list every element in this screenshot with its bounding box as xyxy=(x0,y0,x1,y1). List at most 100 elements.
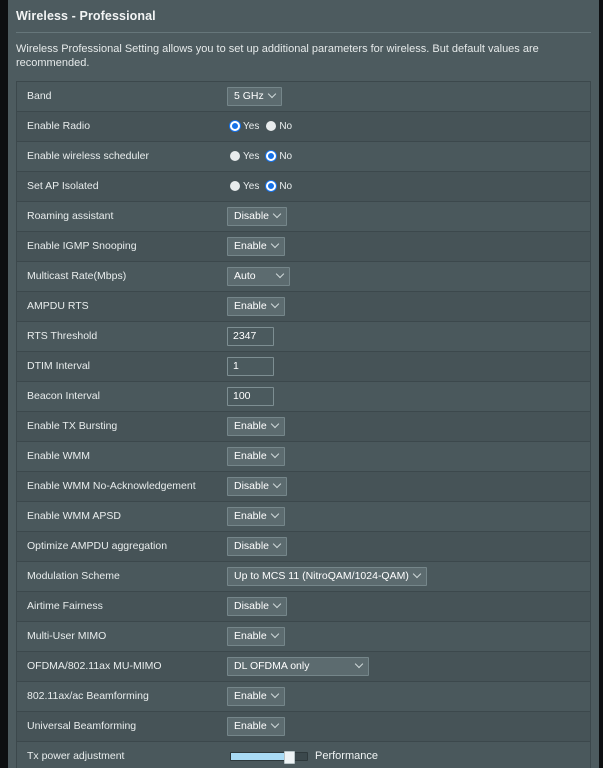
row-label-enable-igmp-snooping: Enable IGMP Snooping xyxy=(27,240,137,252)
select-value-universal-beamforming: Enable xyxy=(234,720,267,732)
row-value-enable-wmm-apsd: Enable xyxy=(222,502,590,531)
select-modulation-scheme[interactable]: Up to MCS 11 (NitroQAM/1024-QAM) xyxy=(227,566,427,586)
select-enable-wmm[interactable]: Enable xyxy=(227,446,285,466)
radio-button-icon[interactable] xyxy=(266,121,277,131)
chevron-down-icon xyxy=(272,241,279,248)
row-label-band: Band xyxy=(27,90,52,102)
select-universal-beamforming[interactable]: Enable xyxy=(227,716,285,736)
select-enable-tx-bursting[interactable]: Enable xyxy=(227,416,285,436)
radio-yes-set-ap-isolated[interactable]: Yes xyxy=(230,181,259,192)
row-label-enable-tx-bursting: Enable TX Bursting xyxy=(27,420,118,432)
chevron-down-icon xyxy=(272,511,279,518)
chevron-down-icon xyxy=(414,571,421,578)
settings-row-optimize-ampdu-aggregation: Optimize AMPDU aggregation Disable xyxy=(17,531,590,562)
radio-yes-enable-radio[interactable]: Yes xyxy=(230,121,259,132)
settings-row-universal-beamforming: Universal Beamforming Enable xyxy=(17,711,590,742)
row-value-enable-wireless-scheduler: Yes No xyxy=(222,142,590,171)
settings-row-enable-tx-bursting: Enable TX Bursting Enable xyxy=(17,411,590,442)
row-value-multicast-rate-mbps: Auto xyxy=(222,262,590,291)
select-enable-wmm-apsd[interactable]: Enable xyxy=(227,506,285,526)
radio-label-no: No xyxy=(279,180,293,192)
select-value-enable-igmp-snooping: Enable xyxy=(234,240,267,252)
chevron-down-icon xyxy=(274,541,281,548)
slider-handle[interactable] xyxy=(284,750,296,764)
settings-row-tx-power-adjustment: Tx power adjustment Performance xyxy=(17,741,590,768)
chevron-down-icon xyxy=(274,601,281,608)
settings-row-rts-threshold: RTS Threshold xyxy=(17,321,590,352)
row-value-ampdu-rts: Enable xyxy=(222,292,590,321)
settings-row-ofdma-802-11ax-mu-mimo: OFDMA/802.11ax MU-MIMO DL OFDMA only xyxy=(17,651,590,682)
row-value-tx-power-adjustment: Performance xyxy=(222,742,590,768)
select-enable-wmm-no-acknowledgement[interactable]: Disable xyxy=(227,476,288,496)
select-value-airtime-fairness: Disable xyxy=(234,600,270,612)
radio-no-set-ap-isolated[interactable]: No xyxy=(266,181,292,192)
row-value-multi-user-mimo: Enable xyxy=(222,622,590,651)
radio-label-no: No xyxy=(279,120,293,132)
row-label-multi-user-mimo: Multi-User MIMO xyxy=(27,630,107,642)
row-label-universal-beamforming: Universal Beamforming xyxy=(27,720,137,732)
row-value-optimize-ampdu-aggregation: Disable xyxy=(222,532,590,561)
row-label-airtime-fairness: Airtime Fairness xyxy=(27,600,103,612)
wireless-professional-page: Wireless - Professional Wireless Profess… xyxy=(0,0,603,768)
radio-button-icon[interactable] xyxy=(230,151,240,161)
select-enable-igmp-snooping[interactable]: Enable xyxy=(227,236,285,256)
settings-table: Band 5 GHz Enable Radio Yes No Enable wireles… xyxy=(16,80,591,768)
slider-wrap-tx-power-adjustment: Performance xyxy=(227,750,378,764)
radio-no-enable-radio[interactable]: No xyxy=(266,121,292,132)
radio-button-icon[interactable] xyxy=(230,121,240,131)
row-value-ofdma-802-11ax-mu-mimo: DL OFDMA only xyxy=(222,652,590,681)
settings-row-802-11ax-ac-beamforming: 802.11ax/ac Beamforming Enable xyxy=(17,681,590,712)
settings-row-band: Band 5 GHz xyxy=(17,81,590,112)
row-label-802-11ax-ac-beamforming: 802.11ax/ac Beamforming xyxy=(27,690,149,702)
row-label-roaming-assistant: Roaming assistant xyxy=(27,210,114,222)
radio-yes-enable-wireless-scheduler[interactable]: Yes xyxy=(230,151,259,162)
select-band[interactable]: 5 GHz xyxy=(227,86,282,106)
radio-button-icon[interactable] xyxy=(230,181,240,191)
select-value-band: 5 GHz xyxy=(234,90,264,102)
radio-label-yes: Yes xyxy=(243,120,260,132)
settings-row-enable-wmm-no-acknowledgement: Enable WMM No-Acknowledgement Disable xyxy=(17,471,590,502)
row-label-tx-power-adjustment: Tx power adjustment xyxy=(27,750,125,762)
radio-button-icon[interactable] xyxy=(266,181,277,191)
radio-label-no: No xyxy=(279,150,293,162)
input-rts-threshold[interactable] xyxy=(227,326,274,346)
left-gutter xyxy=(0,0,8,768)
select-value-optimize-ampdu-aggregation: Disable xyxy=(234,540,270,552)
select-value-enable-wmm: Enable xyxy=(234,450,267,462)
select-roaming-assistant[interactable]: Disable xyxy=(227,206,288,226)
settings-row-beacon-interval: Beacon Interval xyxy=(17,381,590,412)
select-value-ampdu-rts: Enable xyxy=(234,300,267,312)
radio-button-icon[interactable] xyxy=(266,151,277,161)
row-value-rts-threshold xyxy=(222,322,590,351)
row-value-roaming-assistant: Disable xyxy=(222,202,590,231)
radio-no-enable-wireless-scheduler[interactable]: No xyxy=(266,151,292,162)
select-multi-user-mimo[interactable]: Enable xyxy=(227,626,285,646)
row-value-enable-radio: Yes No xyxy=(222,112,590,141)
row-label-optimize-ampdu-aggregation: Optimize AMPDU aggregation xyxy=(27,540,168,552)
select-optimize-ampdu-aggregation[interactable]: Disable xyxy=(227,536,288,556)
select-value-802-11ax-ac-beamforming: Enable xyxy=(234,690,267,702)
chevron-down-icon xyxy=(277,271,284,278)
chevron-down-icon xyxy=(272,301,279,308)
select-802-11ax-ac-beamforming[interactable]: Enable xyxy=(227,686,285,706)
radio-group-enable-radio: Yes No xyxy=(227,121,292,132)
row-label-multicast-rate-mbps: Multicast Rate(Mbps) xyxy=(27,270,127,282)
select-value-enable-tx-bursting: Enable xyxy=(234,420,267,432)
panel-header: Wireless - Professional xyxy=(8,0,599,32)
input-dtim-interval[interactable] xyxy=(227,356,274,376)
row-value-enable-wmm-no-acknowledgement: Disable xyxy=(222,472,590,501)
select-airtime-fairness[interactable]: Disable xyxy=(227,596,288,616)
chevron-down-icon xyxy=(356,661,363,668)
select-multicast-rate-mbps[interactable]: Auto xyxy=(227,266,290,286)
row-value-modulation-scheme: Up to MCS 11 (NitroQAM/1024-QAM) xyxy=(222,562,590,591)
row-value-enable-wmm: Enable xyxy=(222,442,590,471)
tx-power-slider[interactable] xyxy=(230,750,308,764)
select-ampdu-rts[interactable]: Enable xyxy=(227,296,285,316)
chevron-down-icon xyxy=(272,451,279,458)
row-value-enable-igmp-snooping: Enable xyxy=(222,232,590,261)
settings-row-modulation-scheme: Modulation Scheme Up to MCS 11 (NitroQAM/… xyxy=(17,561,590,592)
slider-value-label: Performance xyxy=(315,750,378,762)
input-beacon-interval[interactable] xyxy=(227,386,274,406)
radio-group-set-ap-isolated: Yes No xyxy=(227,181,292,192)
select-ofdma-802-11ax-mu-mimo[interactable]: DL OFDMA only xyxy=(227,656,369,676)
